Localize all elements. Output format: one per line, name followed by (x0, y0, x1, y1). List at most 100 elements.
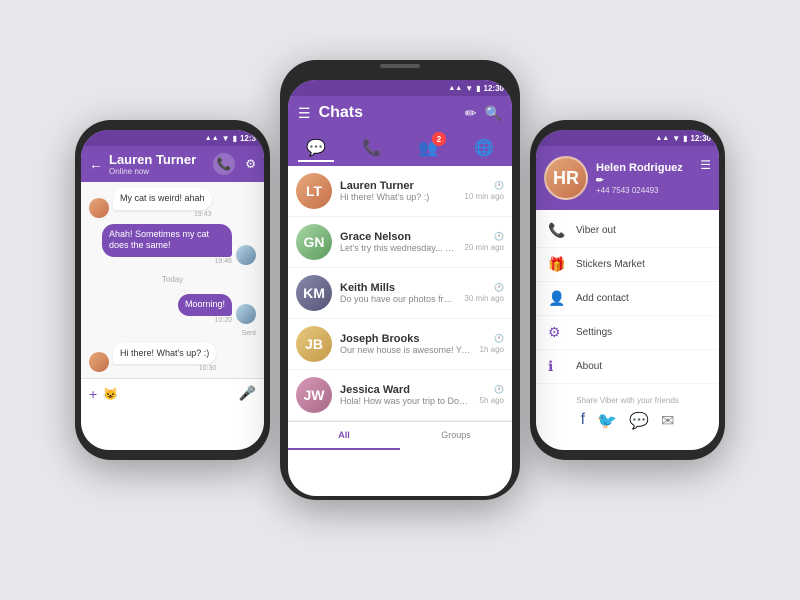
chat-time: 1h ago (480, 345, 504, 354)
mic-button[interactable]: 🎤 (239, 385, 256, 402)
battery-icon: ▮ (683, 134, 687, 143)
chat-meta: 🕐 30 min ago (464, 283, 504, 303)
chat-info: Keith Mills Do you have our photos from … (340, 282, 456, 304)
avatar-small (236, 245, 256, 265)
tab-contacts[interactable]: 👥 2 (410, 136, 446, 160)
chat-meta: 🕐 20 min ago (464, 232, 504, 252)
share-label: Share Viber with your friends (548, 396, 707, 405)
calls-tab-icon: 📞 (362, 138, 382, 158)
clock-icon: 🕐 (494, 181, 504, 190)
menu-label: Add contact (576, 293, 629, 304)
settings-button[interactable]: ⚙ (245, 157, 256, 171)
filter-tabs: All Groups (288, 421, 512, 450)
phone-speaker (380, 64, 420, 68)
sticker-button[interactable]: 😺 (103, 387, 118, 401)
plus-button[interactable]: + (89, 386, 97, 402)
menu-button[interactable]: ☰ (298, 105, 311, 122)
menu-label: Settings (576, 327, 612, 338)
chat-name: Jessica Ward (340, 384, 472, 396)
stickers-market-item[interactable]: 🎁 Stickers Market (536, 248, 719, 282)
chat-preview: Do you have our photos from the nye? (340, 294, 456, 304)
chat-info: Grace Nelson Let's try this wednesday...… (340, 231, 456, 253)
profile-menu: 📞 Viber out 🎁 Stickers Market 👤 Add cont… (536, 210, 719, 388)
edit-icon[interactable]: ✏ (596, 175, 604, 185)
email-share-button[interactable]: ✉ (661, 411, 674, 431)
profile-header: HR Helen Rodriguez ✏ +44 7543 024493 ☰ (536, 146, 719, 210)
search-button[interactable]: 🔍 (485, 105, 502, 122)
chat-time: 20 min ago (464, 243, 504, 252)
chat-meta: 🕐 10 min ago (464, 181, 504, 201)
back-button[interactable]: ← (89, 156, 103, 172)
avatar: KM (296, 275, 332, 311)
battery-icon: ▮ (476, 84, 480, 93)
sent-label: Sent (89, 330, 256, 337)
chat-meta: 🕐 5h ago (480, 385, 504, 405)
tab-all[interactable]: All (288, 422, 400, 450)
facebook-button[interactable]: f (581, 411, 585, 431)
date-divider: Today (89, 271, 256, 288)
chat-name: Grace Nelson (340, 231, 456, 243)
avatar: LT (296, 173, 332, 209)
clock-icon: 🕐 (494, 385, 504, 394)
chat-info: Joseph Brooks Our new house is awesome! … (340, 333, 472, 355)
phone-center: ▲▲ ▼ ▮ 12:30 ☰ Chats ✏ 🔍 💬 📞 (280, 60, 520, 500)
menu-button[interactable]: ☰ (700, 158, 711, 172)
signal-icon: ▲▲ (205, 135, 219, 142)
tab-chats[interactable]: 💬 (298, 136, 334, 160)
chat-item[interactable]: KM Keith Mills Do you have our photos fr… (288, 268, 512, 319)
chat-tab-icon: 💬 (306, 138, 326, 158)
wifi-icon: ▼ (222, 134, 230, 143)
chat-item[interactable]: LT Lauren Turner Hi there! What's up? :)… (288, 166, 512, 217)
more-tab-icon: 🌐 (474, 138, 494, 158)
social-icons: f 🐦 💬 ✉ (548, 405, 707, 437)
message-row: Ahah! Sometimes my cat does the same! 19… (89, 224, 256, 265)
phone-icon: 📞 (548, 222, 566, 239)
profile-name: Helen Rodriguez ✏ (596, 162, 692, 186)
right-status-bar: ▲▲ ▼ ▮ 12:30 (536, 130, 719, 146)
chat-item[interactable]: JW Jessica Ward Hola! How was your trip … (288, 370, 512, 421)
twitter-button[interactable]: 🐦 (597, 411, 617, 431)
online-status: Online now (109, 167, 207, 176)
status-time: 12:3 (240, 134, 256, 143)
phone-call-button[interactable]: 📞 (213, 153, 235, 175)
phones-container: ▲▲ ▼ ▮ 12:3 ← Lauren Turner Online now 📞… (0, 0, 800, 600)
tab-groups[interactable]: Groups (400, 422, 512, 450)
clock-icon: 🕐 (494, 334, 504, 343)
chats-header: ☰ Chats ✏ 🔍 (288, 96, 512, 130)
profile-avatar: HR (544, 156, 588, 200)
tab-more[interactable]: 🌐 (466, 136, 502, 160)
message-bubble: Hi there! What's up? :) (113, 343, 216, 365)
add-contact-icon: 👤 (548, 290, 566, 307)
chat-preview: Our new house is awesome! You should com… (340, 345, 472, 355)
menu-label: Stickers Market (576, 259, 645, 270)
viber-share-button[interactable]: 💬 (629, 411, 649, 431)
chat-messages: My cat is weird! ahah 19:43 Ahah! Someti… (81, 182, 264, 378)
avatar: JW (296, 377, 332, 413)
settings-icon: ⚙ (548, 324, 566, 341)
avatar: GN (296, 224, 332, 260)
chat-info: Lauren Turner Hi there! What's up? :) (340, 180, 456, 202)
viber-out-item[interactable]: 📞 Viber out (536, 214, 719, 248)
message-bubble: Ahah! Sometimes my cat does the same! (102, 224, 232, 257)
page-title: Chats (319, 104, 457, 122)
chat-item[interactable]: JB Joseph Brooks Our new house is awesom… (288, 319, 512, 370)
stickers-icon: 🎁 (548, 256, 566, 273)
chat-name: Lauren Turner (340, 180, 456, 192)
avatar-small (236, 304, 256, 324)
about-item[interactable]: ℹ About (536, 350, 719, 384)
menu-label: Viber out (576, 225, 616, 236)
tab-calls[interactable]: 📞 (354, 136, 390, 160)
chat-list: LT Lauren Turner Hi there! What's up? :)… (288, 166, 512, 421)
left-status-bar: ▲▲ ▼ ▮ 12:3 (81, 130, 264, 146)
chat-name: Joseph Brooks (340, 333, 472, 345)
left-header: ← Lauren Turner Online now 📞 ⚙ (81, 146, 264, 182)
chat-info: Jessica Ward Hola! How was your trip to … (340, 384, 472, 406)
add-contact-item[interactable]: 👤 Add contact (536, 282, 719, 316)
chat-time: 30 min ago (464, 294, 504, 303)
chat-meta: 🕐 1h ago (480, 334, 504, 354)
settings-item[interactable]: ⚙ Settings (536, 316, 719, 350)
phone-left: ▲▲ ▼ ▮ 12:3 ← Lauren Turner Online now 📞… (75, 120, 270, 460)
chat-item[interactable]: GN Grace Nelson Let's try this wednesday… (288, 217, 512, 268)
edit-button[interactable]: ✏ (465, 105, 477, 122)
clock-icon: 🕐 (494, 283, 504, 292)
